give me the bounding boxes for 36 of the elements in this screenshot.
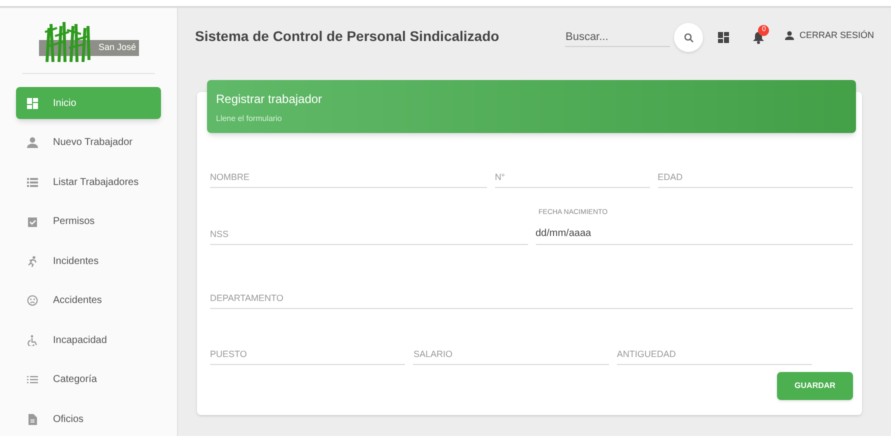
input-field[interactable]: SALARIO [413, 343, 609, 365]
logout-button[interactable]: CERRAR SESIÓN [785, 29, 874, 42]
sad-face-icon [27, 295, 38, 306]
input-field[interactable]: PUESTO [210, 343, 406, 365]
input-field[interactable]: ANTIGUEDAD [616, 343, 812, 365]
list-icon [27, 176, 38, 188]
sidebar-item[interactable]: Incapacidad [16, 324, 161, 356]
sidebar-item[interactable]: Accidentes [16, 284, 161, 316]
document-icon [27, 414, 38, 424]
sidebar-item[interactable]: Nuevo Trabajador [16, 126, 161, 158]
person-icon [785, 31, 794, 40]
card-subtitle: Llene el formulario [216, 113, 283, 125]
search-icon [684, 32, 694, 42]
input-field[interactable]: EDAD [658, 166, 853, 188]
page-title: Sistema de Control de Personal Sindicalizado [195, 27, 500, 46]
logo-text: San José [98, 40, 136, 54]
running-figure-icon [27, 256, 38, 266]
dashboard-icon [27, 98, 38, 108]
wheelchair-icon [27, 334, 38, 346]
sidebar-item[interactable]: Permisos [16, 206, 161, 238]
search-button[interactable] [674, 23, 704, 52]
sidebar-item[interactable]: Categoría [16, 364, 161, 396]
sidebar-item[interactable]: Oficios [16, 403, 161, 435]
input-field[interactable]: DEPARTAMENTO [210, 287, 853, 309]
input-field[interactable]: NOMBRE [210, 166, 487, 188]
input-field[interactable]: NSS [210, 223, 528, 245]
search-field[interactable]: Buscar... [565, 27, 670, 47]
card-title: Registrar trabajador [216, 91, 324, 108]
clipboard-check-icon [27, 216, 38, 227]
dashboard-icon[interactable] [718, 32, 730, 43]
list-icon [27, 374, 38, 385]
person-icon [27, 137, 38, 148]
sidebar-item[interactable]: Incidentes [16, 245, 161, 277]
sidebar-item[interactable]: Listar Trabajadores [16, 166, 161, 198]
input-field[interactable]: N° [494, 166, 650, 188]
field-value: dd/mm/aaaa [536, 227, 592, 241]
